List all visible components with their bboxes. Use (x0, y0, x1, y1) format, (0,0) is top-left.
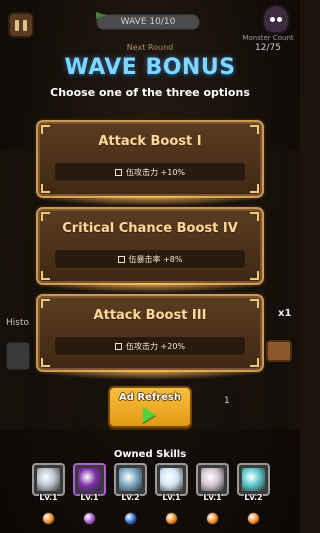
monster-icon (262, 4, 290, 34)
skill-frame (114, 463, 147, 496)
bonus-option-card[interactable]: Critical Chance Boost IV 伍暴击率 +8% (32, 207, 268, 293)
monster-count-value: 12/75 (255, 43, 281, 53)
card-corner-ornament (250, 212, 259, 221)
option-effect: 伍攻击力 +10% (54, 162, 246, 182)
ad-refresh-button[interactable]: Ad Refresh (108, 386, 192, 428)
skill-frame (155, 463, 188, 496)
slash-icon (201, 468, 224, 491)
stat-box-icon (114, 168, 122, 176)
skill-frame (73, 463, 106, 496)
skill-element-orb-icon (42, 512, 55, 525)
stat-box-icon (114, 342, 122, 350)
card-corner-ornament (250, 358, 259, 367)
wave-bonus-title: WAVE BONUS (64, 55, 236, 80)
skill-level: Lv.2 (121, 493, 140, 502)
crescent-icon (160, 468, 183, 491)
option-effect: 伍暴击率 +8% (54, 249, 246, 269)
owned-skill-slot[interactable]: Lv.1 (32, 463, 65, 525)
wave-bonus-subtitle: Choose one of the three options (50, 86, 250, 99)
ad-refresh-count: 1 (224, 396, 230, 406)
card-glow (32, 370, 268, 380)
card-corner-ornament (41, 271, 50, 280)
card-glow (32, 283, 268, 293)
option-title: Attack Boost III (93, 308, 207, 323)
item-slot (6, 342, 30, 370)
sword-icon (37, 468, 60, 491)
stat-box-icon (117, 255, 125, 263)
chest-icon (266, 340, 292, 362)
history-label: Histo (6, 318, 29, 328)
pause-button[interactable] (8, 12, 34, 38)
skill-element-orb-icon (206, 512, 219, 525)
option-effect-text: 伍攻击力 +20% (125, 341, 186, 351)
blade-icon (119, 468, 142, 491)
skill-element-orb-icon (165, 512, 178, 525)
skill-level: Lv.1 (80, 493, 99, 502)
skill-level: Lv.2 (244, 493, 263, 502)
skill-frame (196, 463, 229, 496)
owned-skill-slot[interactable]: Lv.2 (237, 463, 270, 525)
skill-element-orb-icon (124, 512, 137, 525)
card-corner-ornament (250, 299, 259, 308)
pause-icon-bar-left (15, 19, 19, 31)
owned-skill-slot[interactable]: Lv.1 (155, 463, 188, 525)
owned-skill-slot[interactable]: Lv.1 (196, 463, 229, 525)
owned-skill-slot[interactable]: Lv.1 (73, 463, 106, 525)
game-speed-button[interactable]: x1 (278, 308, 291, 319)
card-corner-ornament (250, 271, 259, 280)
option-title: Critical Chance Boost IV (62, 221, 238, 236)
card-corner-ornament (41, 184, 50, 193)
skill-frame (32, 463, 65, 496)
option-title: Attack Boost I (98, 134, 202, 149)
bonus-option-card[interactable]: Attack Boost III 伍攻击力 +20% (32, 294, 268, 380)
pause-icon-bar-right (23, 19, 27, 31)
owned-skill-slot[interactable]: Lv.2 (114, 463, 147, 525)
skill-element-orb-icon (247, 512, 260, 525)
option-effect-text: 伍暴击率 +8% (128, 254, 183, 264)
card-corner-ornament (250, 125, 259, 134)
ad-refresh-label: Ad Refresh (119, 392, 181, 403)
owned-skills-row: Lv.1 Lv.1 Lv.2 Lv.1 Lv.1 Lv.2 (32, 463, 270, 529)
card-glow (32, 196, 268, 206)
card-corner-ornament (250, 184, 259, 193)
card-corner-ornament (41, 212, 50, 221)
wave-slash-icon (242, 468, 265, 491)
owned-skills-title: Owned Skills (113, 449, 187, 460)
option-effect: 伍攻击力 +20% (54, 336, 246, 356)
wave-label: WAVE 10/10 (120, 17, 176, 27)
magic-orb-icon (78, 468, 101, 491)
option-effect-text: 伍攻击力 +10% (125, 167, 186, 177)
monster-count-label: Monster Count (242, 34, 294, 42)
skill-level: Lv.1 (162, 493, 181, 502)
skill-level: Lv.1 (39, 493, 58, 502)
card-corner-ornament (41, 125, 50, 134)
wave-progress-bar: WAVE 10/10 (96, 14, 200, 30)
card-corner-ornament (41, 358, 50, 367)
skill-frame (237, 463, 270, 496)
skill-level: Lv.1 (203, 493, 222, 502)
skill-element-orb-icon (83, 512, 96, 525)
card-corner-ornament (41, 299, 50, 308)
bonus-option-card[interactable]: Attack Boost I 伍攻击力 +10% (32, 120, 268, 206)
play-icon (143, 407, 156, 423)
